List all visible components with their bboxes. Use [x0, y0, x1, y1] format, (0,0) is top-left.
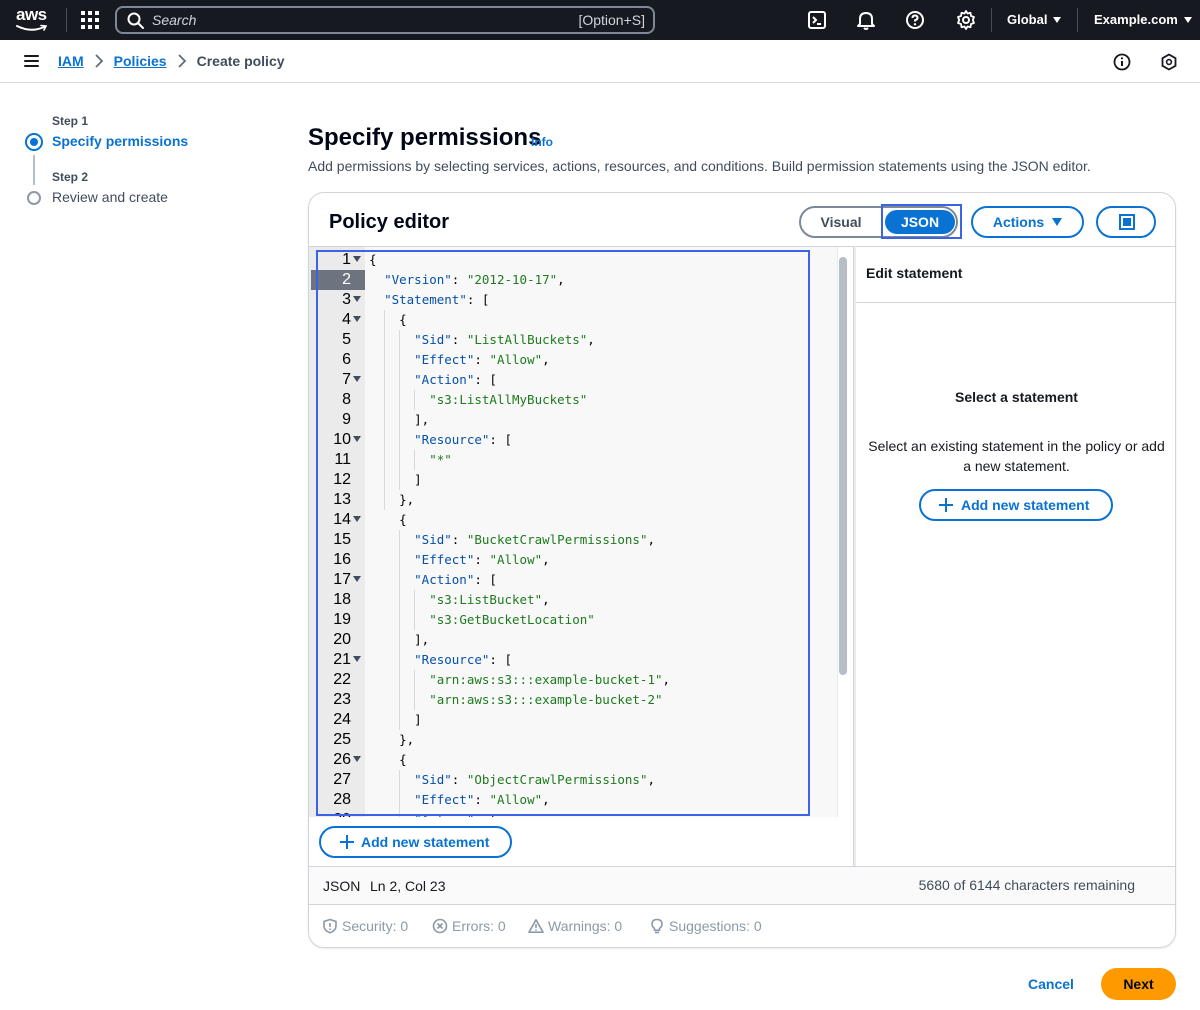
editor-scrollbar-thumb[interactable] [839, 257, 847, 675]
add-new-statement-side-label: Add new statement [961, 497, 1090, 513]
select-statement-description: Select an existing statement in the poli… [868, 438, 1165, 474]
select-statement-title: Select a statement [955, 389, 1078, 405]
aws-logo-text: aws [16, 5, 47, 24]
account-menu[interactable]: Example.com [1094, 12, 1192, 27]
errors-count: Errors: 0 [452, 918, 506, 934]
edit-statement-panel: Edit statement Select a statement Select… [856, 246, 1175, 866]
search-input[interactable]: Search [Option+S] [115, 6, 655, 34]
editor-status-bar: JSON Ln 2, Col 23 5680 of 6144 character… [309, 866, 1175, 904]
search-placeholder: Search [152, 12, 197, 28]
step-2-indicator [27, 191, 41, 205]
policy-editor-title: Policy editor [329, 211, 450, 233]
breadcrumb-bar: IAM Policies Create policy [0, 40, 1200, 83]
add-new-statement-button[interactable]: Add new statement [319, 826, 512, 858]
step-2-label: Step 2 [52, 170, 89, 184]
aws-logo[interactable]: aws [16, 6, 50, 34]
caret-down-icon [1183, 17, 1192, 23]
add-new-statement-label: Add new statement [361, 834, 490, 850]
step-1-indicator [25, 133, 43, 151]
top-navigation: aws Search [Option+S] Global Example.com [0, 0, 1200, 40]
lightbulb-icon [651, 918, 663, 934]
nav-separator [991, 8, 992, 32]
plus-icon [340, 835, 354, 849]
step-1-title[interactable]: Specify permissions [52, 133, 188, 149]
error-findings[interactable]: Errors: 0 [432, 918, 506, 934]
breadcrumb-current: Create policy [196, 53, 285, 69]
settings-gear-icon[interactable] [955, 9, 977, 31]
region-selector[interactable]: Global [1007, 12, 1062, 27]
error-circle-icon [432, 918, 448, 934]
search-shortcut: [Option+S] [578, 12, 645, 28]
cancel-button[interactable]: Cancel [1028, 976, 1074, 992]
step-1-label: Step 1 [52, 114, 89, 128]
nav-separator [1077, 8, 1078, 32]
info-link[interactable]: Info [531, 135, 553, 149]
visual-mode-button[interactable]: Visual [801, 208, 881, 236]
fullscreen-icon [1119, 214, 1135, 230]
breadcrumb-policies[interactable]: Policies [114, 53, 167, 69]
nav-separator [66, 8, 67, 32]
step-2-title: Review and create [52, 189, 168, 205]
add-new-statement-button-side[interactable]: Add new statement [919, 489, 1113, 521]
chevron-right-icon [95, 54, 103, 68]
security-count: Security: 0 [342, 918, 409, 934]
region-label: Global [1007, 12, 1048, 27]
info-panel-icon[interactable] [1113, 53, 1131, 71]
cloudshell-icon[interactable] [806, 9, 828, 31]
warning-findings[interactable]: Warnings: 0 [528, 918, 622, 934]
status-characters-remaining: 5680 of 6144 characters remaining [918, 877, 1135, 893]
page-title: Specify permissions [308, 124, 542, 151]
page-description: Add permissions by selecting services, a… [308, 158, 1091, 174]
validation-summary: Security: 0 Errors: 0 Warnings: 0 Sugges… [309, 904, 1175, 947]
breadcrumb-iam[interactable]: IAM [58, 53, 84, 69]
actions-dropdown[interactable]: Actions [971, 206, 1084, 238]
caret-down-icon [1053, 17, 1062, 23]
policy-editor-card: Policy editor Visual JSON Actions 1{2 "V… [308, 192, 1176, 948]
warnings-count: Warnings: 0 [548, 918, 623, 934]
actions-label: Actions [992, 214, 1045, 230]
security-findings[interactable]: Security: 0 [322, 918, 408, 934]
notifications-icon[interactable] [855, 9, 877, 31]
aws-smile-icon [16, 24, 48, 31]
warning-triangle-icon [528, 919, 544, 933]
step-connector [33, 155, 35, 185]
fullscreen-button[interactable] [1096, 206, 1156, 238]
security-hexagon-icon[interactable] [1160, 53, 1178, 71]
suggestion-findings[interactable]: Suggestions: 0 [649, 918, 762, 934]
json-mode-focus-ring [881, 204, 962, 239]
services-menu-icon[interactable] [80, 10, 100, 30]
next-button[interactable]: Next [1101, 968, 1176, 1000]
code-editor-focus-ring [316, 250, 810, 816]
caret-down-icon [1052, 218, 1063, 226]
editor-area: 1{2 "Version": "2012-10-17", 3 "Statement… [309, 246, 853, 866]
shield-icon [323, 918, 337, 934]
menu-hamburger-icon[interactable] [24, 55, 39, 67]
edit-statement-header: Edit statement [856, 247, 1175, 303]
chevron-right-icon [177, 54, 186, 68]
breadcrumb: IAM Policies Create policy [58, 53, 285, 69]
plus-icon [939, 498, 953, 512]
search-icon [127, 12, 144, 29]
status-cursor-position: Ln 2, Col 23 [370, 878, 446, 894]
suggestions-count: Suggestions: 0 [669, 918, 762, 934]
edit-statement-heading: Edit statement [866, 265, 963, 281]
help-icon[interactable] [904, 9, 926, 31]
status-language: JSON [323, 878, 361, 894]
account-label: Example.com [1094, 12, 1178, 27]
